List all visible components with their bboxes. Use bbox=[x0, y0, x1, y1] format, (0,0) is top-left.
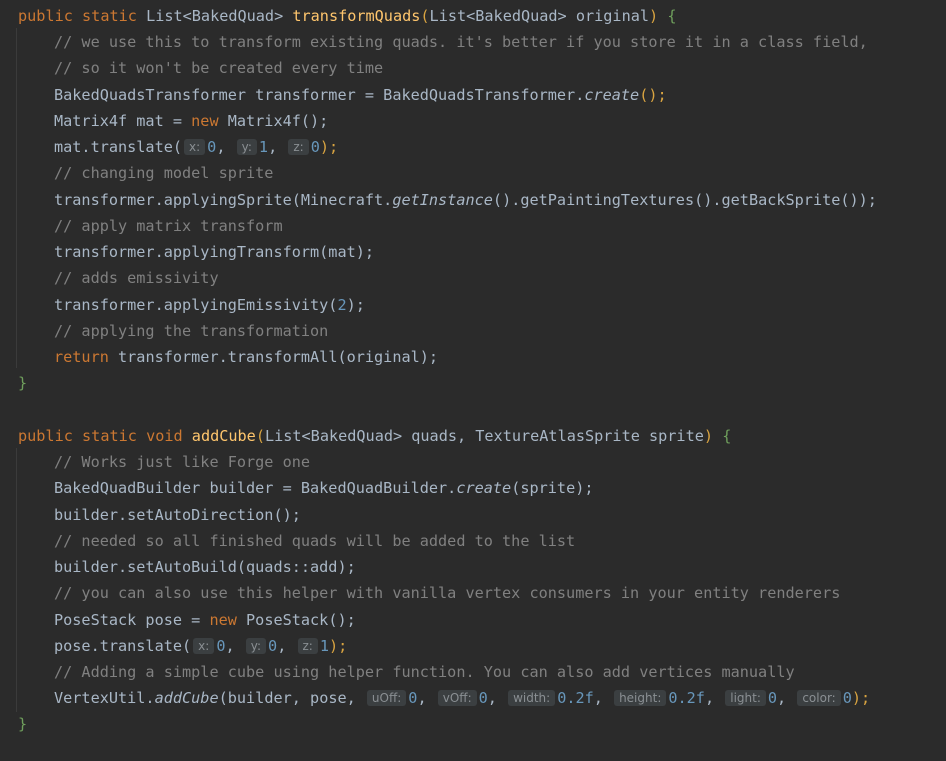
parameter-hint: z: bbox=[288, 139, 309, 155]
parameter-hint: y: bbox=[236, 139, 257, 155]
number-literal: 0.2f bbox=[557, 689, 594, 707]
code-text: transformer.applyingEmissivity( bbox=[54, 296, 338, 314]
code-text: BakedQuadBuilder builder = BakedQuadBuil… bbox=[54, 479, 457, 497]
parameter-hint: y: bbox=[245, 638, 267, 654]
keyword: public bbox=[18, 7, 73, 25]
parameter-hint: x: bbox=[193, 638, 215, 654]
code-line[interactable]: pose.translate(x: 0, y: 0, z: 1); bbox=[18, 636, 347, 656]
code-line[interactable]: VertexUtil.addCube(builder, pose, uOff: 0… bbox=[18, 688, 870, 708]
parameter-hint: height: bbox=[614, 690, 667, 706]
number-literal: 0 bbox=[767, 689, 778, 707]
indent-guide bbox=[16, 28, 17, 368]
code-comment[interactable]: // apply matrix transform bbox=[18, 216, 283, 236]
parameter-hint: width: bbox=[508, 690, 556, 706]
parameter-hint: vOff: bbox=[437, 690, 477, 706]
code-text: transformer.transformAll(original); bbox=[108, 348, 439, 366]
parameter-hint: light: bbox=[725, 690, 766, 706]
method-name: transformQuads bbox=[292, 7, 421, 25]
code-editor[interactable]: public static List<BakedQuad> transformQ… bbox=[0, 0, 946, 761]
number-literal: 0 bbox=[268, 637, 278, 655]
number-literal: 1 bbox=[319, 637, 329, 655]
code-comment[interactable]: // you can also use this helper with van… bbox=[18, 583, 840, 603]
code-line[interactable]: transformer.applyingEmissivity(2); bbox=[18, 295, 365, 315]
number-literal: 0 bbox=[216, 637, 226, 655]
parameter-hint: z: bbox=[297, 638, 318, 654]
parameters: List<BakedQuad> original bbox=[429, 7, 649, 25]
code-comment[interactable]: // applying the transformation bbox=[18, 321, 328, 341]
parameter-hint: uOff: bbox=[366, 690, 407, 706]
code-comment[interactable]: // adds emissivity bbox=[18, 268, 219, 288]
code-text: PoseStack(); bbox=[236, 611, 356, 629]
code-line[interactable]: builder.setAutoDirection(); bbox=[18, 505, 301, 525]
code-comment[interactable]: // Works just like Forge one bbox=[18, 452, 310, 472]
code-line[interactable]: BakedQuadsTransformer transformer = Bake… bbox=[18, 85, 667, 105]
code-line[interactable]: builder.setAutoBuild(quads::add); bbox=[18, 557, 356, 577]
code-text: mat.translate( bbox=[54, 138, 183, 156]
code-line[interactable]: BakedQuadBuilder builder = BakedQuadBuil… bbox=[18, 478, 594, 498]
keyword: static bbox=[82, 7, 137, 25]
keyword: void bbox=[146, 427, 183, 445]
code-text: transformer.applyingSprite(Minecraft. bbox=[54, 191, 393, 209]
close-brace[interactable]: } bbox=[18, 373, 27, 393]
code-comment[interactable]: // changing model sprite bbox=[18, 163, 273, 183]
code-text: VertexUtil. bbox=[54, 689, 155, 707]
parameters: List<BakedQuad> quads, TextureAtlasSprit… bbox=[264, 427, 704, 445]
code-text: BakedQuadsTransformer transformer = Bake… bbox=[54, 86, 585, 104]
open-brace: { bbox=[667, 7, 677, 25]
code-comment[interactable]: // Adding a simple cube using helper fun… bbox=[18, 662, 795, 682]
close-brace[interactable]: } bbox=[18, 714, 27, 734]
number-literal: 0.2f bbox=[668, 689, 705, 707]
number-literal: 0 bbox=[408, 689, 418, 707]
code-line[interactable]: PoseStack pose = new PoseStack(); bbox=[18, 610, 356, 630]
return-type: List<BakedQuad> bbox=[146, 7, 284, 25]
code-text: (); bbox=[639, 86, 667, 104]
code-text: ); bbox=[346, 296, 365, 314]
code-text: (builder, pose, bbox=[218, 689, 365, 707]
static-call: getInstance bbox=[392, 191, 493, 209]
static-call: addCube bbox=[154, 689, 219, 707]
number-literal: 0 bbox=[842, 689, 852, 707]
code-text: pose.translate( bbox=[54, 637, 192, 655]
code-text: (sprite); bbox=[511, 479, 594, 497]
number-literal: 1 bbox=[258, 138, 269, 156]
parameter-hint: color: bbox=[797, 690, 841, 706]
code-text: ); bbox=[319, 138, 339, 156]
keyword: public bbox=[18, 427, 73, 445]
code-comment[interactable]: // so it won't be created every time bbox=[18, 58, 383, 78]
method-name: addCube bbox=[191, 427, 256, 445]
code-text: Matrix4f mat = bbox=[54, 112, 192, 130]
code-line[interactable]: public static void addCube(List<BakedQua… bbox=[18, 426, 731, 446]
keyword: return bbox=[54, 348, 109, 366]
code-line[interactable]: public static List<BakedQuad> transformQ… bbox=[18, 6, 676, 26]
code-line[interactable]: Matrix4f mat = new Matrix4f(); bbox=[18, 111, 328, 131]
code-text: ); bbox=[851, 689, 871, 707]
open-brace: { bbox=[722, 427, 732, 445]
static-call: create bbox=[584, 86, 640, 104]
code-line[interactable]: transformer.applyingTransform(mat); bbox=[18, 242, 374, 262]
code-text: PoseStack pose = bbox=[54, 611, 210, 629]
keyword: new bbox=[209, 611, 237, 629]
number-literal: 0 bbox=[478, 689, 488, 707]
code-line[interactable]: return transformer.transformAll(original… bbox=[18, 347, 438, 367]
number-literal: 0 bbox=[310, 138, 320, 156]
code-text: Matrix4f(); bbox=[218, 112, 329, 130]
number-literal: 2 bbox=[337, 296, 347, 314]
code-text: ().getPaintingTextures().getBackSprite()… bbox=[492, 191, 877, 209]
number-literal: 0 bbox=[207, 138, 217, 156]
code-line[interactable]: mat.translate(x: 0, y: 1, z: 0); bbox=[18, 137, 338, 157]
static-call: create bbox=[456, 479, 512, 497]
indent-guide bbox=[16, 448, 17, 712]
code-comment[interactable]: // needed so all finished quads will be … bbox=[18, 531, 575, 551]
keyword: new bbox=[191, 112, 219, 130]
keyword: static bbox=[82, 427, 137, 445]
code-line[interactable]: transformer.applyingSprite(Minecraft.get… bbox=[18, 190, 877, 210]
code-text: ); bbox=[329, 637, 348, 655]
code-comment[interactable]: // we use this to transform existing qua… bbox=[18, 32, 868, 52]
parameter-hint: x: bbox=[184, 139, 206, 155]
